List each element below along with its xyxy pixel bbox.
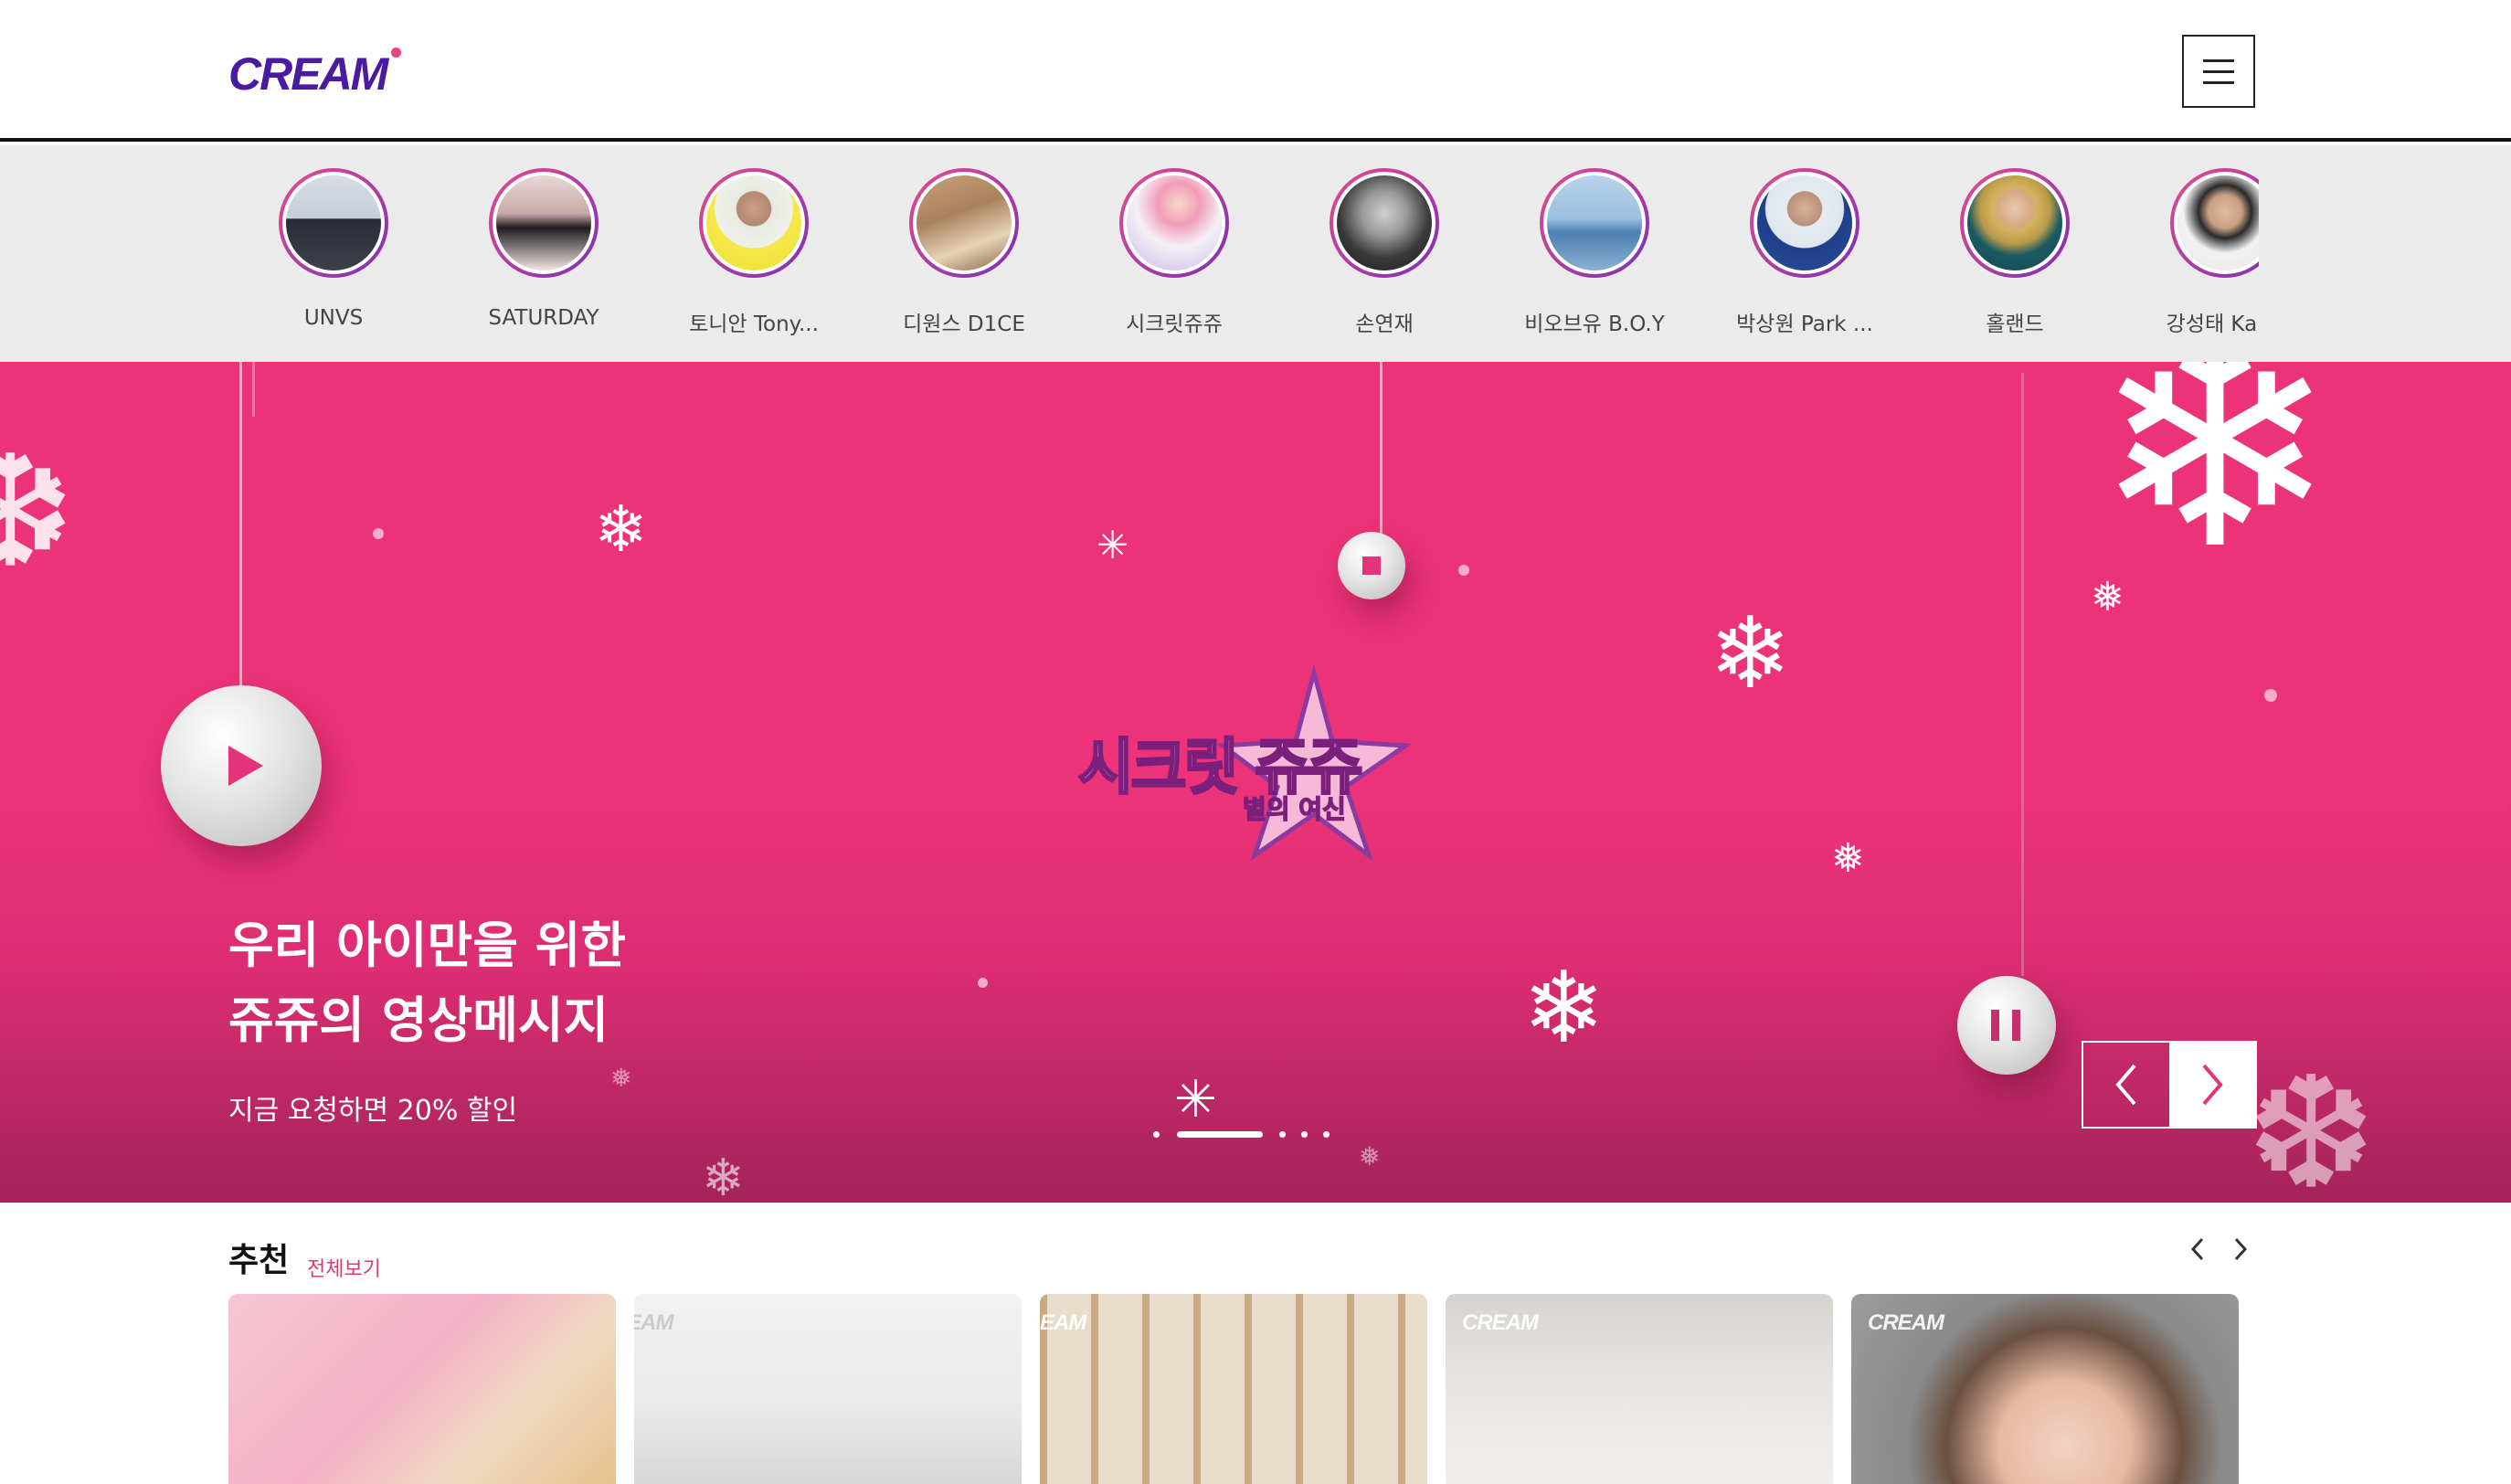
artist-item-tony[interactable]: 토니안 Tony...	[649, 145, 859, 362]
recommend-card[interactable]: CREAM	[1851, 1294, 2239, 1484]
hero-next-button[interactable]	[2169, 1043, 2255, 1127]
card-badge: EAM	[1040, 1310, 1086, 1335]
card-badge: CREAM	[1868, 1310, 1944, 1335]
hamburger-menu-icon[interactable]	[2182, 35, 2255, 108]
artist-name: 디원스 D1CE	[903, 313, 1025, 336]
avatar	[1337, 175, 1432, 270]
avatar	[916, 175, 1012, 270]
pause-ornament[interactable]	[1957, 976, 2056, 1075]
slide-indicator-active[interactable]	[1177, 1131, 1263, 1138]
snowflake-icon: ❄	[702, 1149, 745, 1203]
slide-indicator[interactable]	[1153, 1131, 1160, 1138]
play-icon	[228, 746, 263, 786]
artist-name: 손연재	[1355, 313, 1414, 336]
artist-name: 토니안 Tony...	[689, 313, 819, 336]
chevron-right-icon	[2202, 1064, 2223, 1106]
artist-name: 시크릿쥬쥬	[1126, 313, 1223, 336]
avatar	[706, 175, 801, 270]
hero-title-line1: 우리 아이만을 위한	[228, 917, 627, 974]
snowflake-icon: ❅	[1359, 1141, 1381, 1171]
logo-dot	[391, 48, 401, 58]
slide-indicator[interactable]	[1301, 1131, 1308, 1138]
recommend-card[interactable]: EAM	[1040, 1294, 1427, 1484]
avatar	[1967, 175, 2062, 270]
chevron-right-icon	[2234, 1237, 2248, 1261]
logo-subtitle: 별의 여신	[1242, 793, 1346, 825]
snowflake-icon: ❄	[1522, 951, 1605, 1065]
snowflake-icon: ✳	[1097, 523, 1129, 567]
recommend-card[interactable]	[228, 1294, 616, 1484]
ornament-string	[239, 362, 242, 687]
artist-item-boy[interactable]: 비오브유 B.O.Y	[1489, 145, 1700, 362]
avatar	[1547, 175, 1642, 270]
view-all-link[interactable]: 전체보기	[307, 1253, 381, 1282]
recommend-card[interactable]: CREAM	[1446, 1294, 1833, 1484]
hero-title-line2: 쥬쥬의 영상메시지	[228, 991, 609, 1049]
snow-dot	[978, 978, 988, 988]
avatar	[496, 175, 591, 270]
recommend-title: 추천	[228, 1242, 290, 1279]
recommend-prev-button[interactable]	[2179, 1229, 2216, 1269]
artist-item-saturday[interactable]: SATURDAY	[439, 145, 649, 362]
artist-item-unvs[interactable]: UNVS	[228, 145, 439, 362]
hero-banner[interactable]: ❄ ❆ ❄ ✳ ❄ ❅ ❅ ❄ ✳ ❆ ❄ ❅ ❅ 시크릿 쥬쥬 별의 여신 우…	[0, 362, 2511, 1203]
snow-dot	[373, 528, 384, 539]
avatar	[1127, 175, 1222, 270]
slide-indicator[interactable]	[1279, 1131, 1286, 1138]
artist-name: 비오브유 B.O.Y	[1524, 313, 1665, 336]
stop-icon	[1362, 556, 1381, 575]
artist-list: UNVS SATURDAY 토니안 Tony... 디원스 D1CE 시크릿쥬쥬	[228, 145, 2259, 362]
artist-item-son-yeonjae[interactable]: 손연재	[1279, 145, 1489, 362]
artist-name: SATURDAY	[488, 306, 599, 330]
artist-name: 강성태 Kang	[2166, 313, 2259, 336]
top-header: CREAM	[0, 0, 2511, 142]
stop-ornament[interactable]	[1338, 532, 1405, 599]
avatar	[286, 175, 381, 270]
cream-logo[interactable]: CREAM	[228, 48, 388, 101]
ornament-string	[2021, 373, 2024, 976]
snowflake-icon: ❄	[594, 492, 648, 567]
card-badge: CREAM	[1462, 1310, 1539, 1335]
artist-name: 박상원 Park ...	[1736, 313, 1873, 336]
artist-item-holland[interactable]: 홀랜드	[1910, 145, 2120, 362]
avatar	[2177, 175, 2259, 270]
slide-indicator[interactable]	[1323, 1131, 1330, 1138]
hero-nav	[2082, 1041, 2257, 1129]
hero-prev-button[interactable]	[2083, 1043, 2169, 1127]
artist-item-kang[interactable]: 강성태 Kang	[2120, 145, 2259, 362]
snowflake-icon: ❅	[610, 1063, 632, 1093]
snowflake-icon: ✳	[1174, 1070, 1217, 1129]
snowflake-icon: ❆	[2246, 1044, 2377, 1203]
snowflake-icon: ❄	[2092, 362, 2338, 614]
hero-title: 우리 아이만을 위한 쥬쥬의 영상메시지	[228, 908, 626, 1058]
card-badge: EAM	[634, 1310, 673, 1335]
snowflake-icon: ❆	[0, 422, 76, 603]
snowflake-icon: ❅	[1831, 835, 1865, 882]
ornament-string	[1380, 362, 1383, 535]
snowflake-icon: ❅	[2091, 574, 2124, 620]
recommend-next-button[interactable]	[2222, 1229, 2259, 1269]
pause-icon	[1991, 1010, 1999, 1041]
artist-name: UNVS	[303, 306, 364, 330]
snow-dot	[2264, 689, 2277, 702]
artist-strip: UNVS SATURDAY 토니안 Tony... 디원스 D1CE 시크릿쥬쥬	[0, 145, 2511, 362]
chevron-left-icon	[2115, 1064, 2136, 1106]
recommend-card[interactable]: EAM	[634, 1294, 1022, 1484]
snowflake-icon: ❄	[1709, 597, 1792, 711]
artist-item-park[interactable]: 박상원 Park ...	[1700, 145, 1910, 362]
artist-item-secret-jouju[interactable]: 시크릿쥬쥬	[1069, 145, 1279, 362]
play-ornament[interactable]	[161, 685, 322, 846]
avatar	[1757, 175, 1852, 270]
ornament-string	[252, 362, 255, 417]
hero-description: 지금 요청하면 20% 할인	[228, 1095, 518, 1127]
snow-dot	[1458, 565, 1469, 576]
artist-item-d1ce[interactable]: 디원스 D1CE	[859, 145, 1069, 362]
chevron-left-icon	[2190, 1237, 2204, 1261]
artist-name: 홀랜드	[1986, 313, 2044, 336]
